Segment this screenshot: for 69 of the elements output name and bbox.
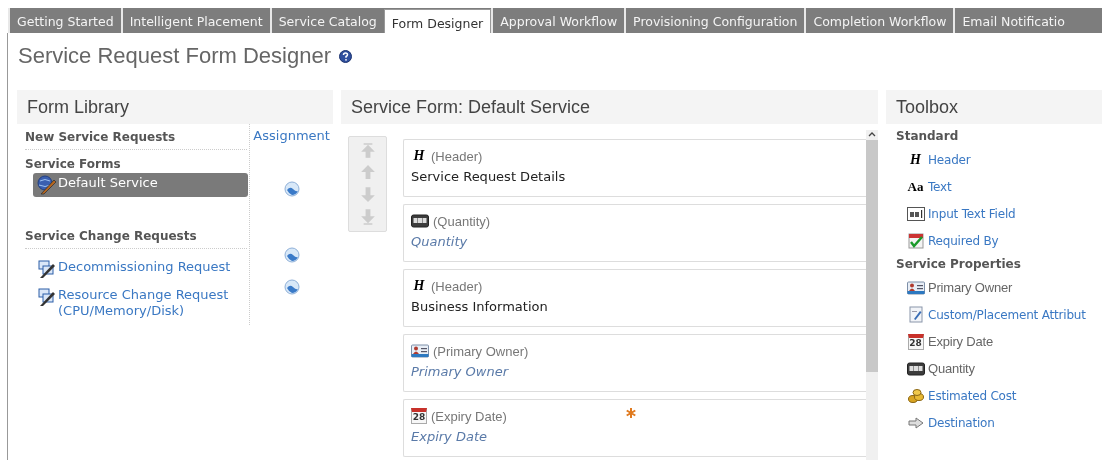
toolbox-item[interactable]: Required By [928, 233, 999, 248]
calendar-check-icon [907, 232, 924, 249]
form-field-card[interactable]: H (Header) Service Request Details [403, 139, 866, 197]
scrollbar[interactable] [866, 130, 878, 460]
header-glyph: H [909, 151, 922, 168]
text-glyph: Aa [906, 178, 925, 195]
tab[interactable]: Intelligent Placement [120, 8, 270, 33]
toolbox-item[interactable]: Input Text Field [928, 206, 1016, 221]
counter-icon [411, 214, 429, 228]
id-card-icon [906, 280, 925, 295]
column-header: Assignment [253, 128, 330, 143]
tab[interactable]: Email Notificatio [953, 8, 1072, 33]
arrow-icon [907, 416, 924, 429]
group-heading: Service Forms [25, 156, 122, 173]
field-label: Expiry Date [411, 429, 487, 444]
form-list-item[interactable]: Decommissioning Request [33, 257, 248, 281]
field-type-label: (Header) [431, 148, 483, 164]
id-card-icon [411, 344, 429, 358]
tab[interactable]: Approval Workflow [491, 8, 625, 33]
field-type-label: (Primary Owner) [433, 343, 529, 359]
globe-pencil-icon [37, 175, 57, 195]
calendar-icon: 28 [411, 408, 427, 424]
globe-icon [283, 247, 300, 263]
note-pencil-icon [908, 306, 923, 323]
globe-icon [283, 181, 300, 197]
toolbox-item[interactable]: Header [928, 152, 971, 167]
tab[interactable]: Getting Started [8, 8, 121, 33]
tab[interactable]: Form Designer [383, 9, 492, 33]
form-list-item[interactable]: Default Service [33, 173, 248, 197]
panel-title: Service Form: Default Service [351, 96, 591, 118]
windows-pencil-icon [37, 287, 57, 307]
section-heading: Service Change Requests [25, 227, 248, 249]
field-label: Business Information [411, 299, 548, 314]
header-glyph: H [412, 148, 426, 164]
section-heading: New Service Requests [25, 128, 248, 150]
assignment-button[interactable] [283, 181, 300, 199]
windows-pencil-icon [37, 259, 57, 279]
form-field-card[interactable]: 28 (Expiry Date) Expiry Date [403, 399, 866, 457]
coins-icon [907, 387, 924, 404]
field-type-label: (Expiry Date) [431, 408, 507, 424]
toolbox-item[interactable]: Text [928, 179, 952, 194]
toolbox-item[interactable]: Custom/Placement Attribut [928, 307, 1086, 322]
group-heading: Standard [896, 128, 960, 145]
group-heading: Service Properties [896, 256, 1022, 273]
page-title: Service Request Form Designer [18, 43, 331, 69]
toolbox-item[interactable]: Estimated Cost [928, 388, 1017, 403]
toolbox-item[interactable]: Destination [928, 415, 995, 430]
field-type-label: (Quantity) [433, 213, 491, 229]
panel-title: Form Library [27, 96, 129, 118]
panel-title: Toolbox [896, 96, 959, 118]
tab[interactable]: Completion Workflow [804, 8, 954, 33]
field-type-label: (Header) [431, 278, 483, 294]
form-field-card[interactable]: (Primary Owner) Primary Owner [403, 334, 866, 392]
form-list-item[interactable]: Resource Change Request (CPU/Memory/Disk) [33, 285, 248, 321]
field-label: Primary Owner [411, 364, 509, 379]
scroll-up-icon[interactable] [867, 130, 877, 138]
assignment-button[interactable] [283, 247, 300, 265]
field-label: Quantity [411, 234, 468, 249]
field-label: Service Request Details [411, 169, 566, 184]
form-field-card[interactable]: H (Header) Business Information [403, 269, 866, 327]
form-field-card[interactable]: (Quantity) Quantity [403, 204, 866, 262]
help-icon[interactable] [339, 49, 352, 63]
header-glyph: H [412, 278, 426, 294]
input-field-icon [906, 206, 925, 221]
calendar-icon: 28 [907, 333, 924, 350]
globe-icon [283, 279, 300, 295]
assignment-button[interactable] [283, 279, 300, 297]
counter-icon [906, 361, 925, 376]
tab[interactable]: Provisioning Configuration [624, 8, 805, 33]
